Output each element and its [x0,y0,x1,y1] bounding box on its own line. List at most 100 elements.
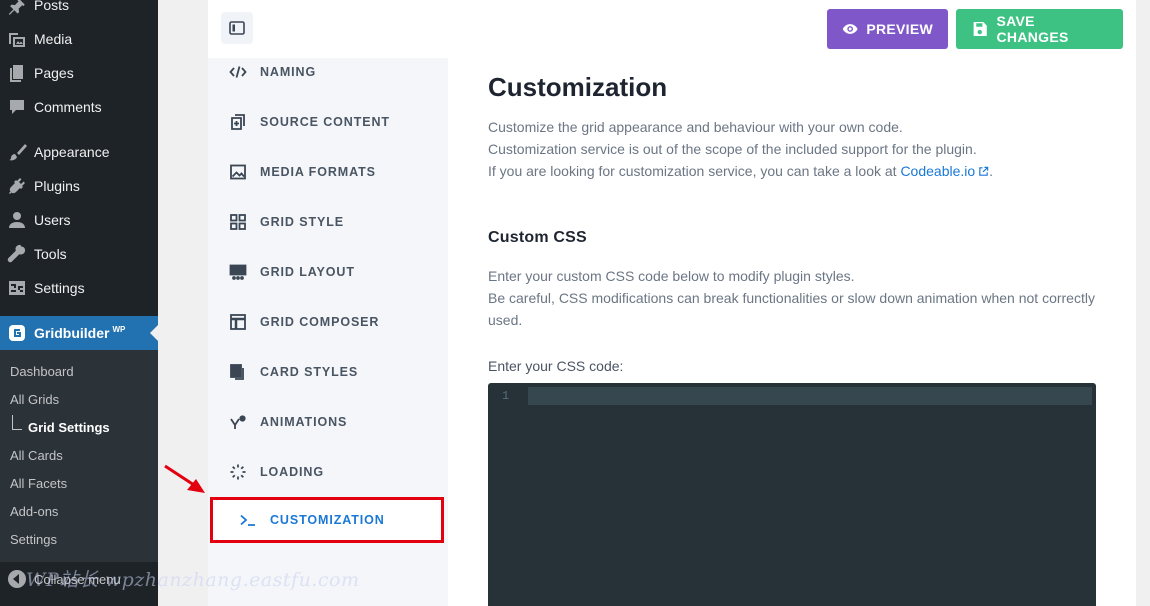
active-line-highlight [528,387,1092,405]
terminal-icon [240,514,255,526]
wp-menu-settings[interactable]: Settings [0,271,158,305]
submenu-all-cards[interactable]: All Cards [10,448,63,463]
submenu-grid-settings[interactable]: Grid Settings [28,420,110,435]
composer-layout-icon [230,314,246,330]
nav-item-grid-style-label: GRID STYLE [260,215,345,229]
settings-sliders-icon [9,281,25,295]
annotation-arrow-icon [164,464,205,493]
wp-menu-gridbuilder[interactable]: Gridbuilder WP [0,316,158,350]
codeable-link-label: Codeable.io [900,163,976,179]
gridbuilder-wp-badge: WP [112,324,126,334]
nav-item-animations[interactable]: ANIMATIONS [208,402,448,442]
content-gutter [158,0,208,606]
floppy-disk-icon [973,21,987,37]
wp-menu-pages-label: Pages [34,65,74,81]
wp-menu-users-label: Users [34,212,71,228]
line-number: 1 [502,389,510,403]
grid-settings-panel: PREVIEW SAVE CHANGES NAMING SOURCE CONTE… [208,0,1136,606]
sidebar-toggle-icon [229,21,245,35]
nav-item-loading[interactable]: LOADING [208,452,448,492]
save-changes-button-label: SAVE CHANGES [996,13,1069,45]
nav-item-card-styles-label: CARD STYLES [260,365,359,379]
intro-line-3-suffix: . [989,163,994,179]
spinner-icon [230,464,246,480]
nav-item-card-styles[interactable]: CARD STYLES [208,352,448,392]
settings-toolbar: PREVIEW SAVE CHANGES [208,0,1136,58]
image-icon [230,164,246,180]
wp-menu-settings-label: Settings [34,280,85,296]
custom-css-desc-line-1: Enter your custom CSS code below to modi… [488,268,855,284]
wp-menu-media[interactable]: Media [0,22,158,56]
intro-line-3-text: If you are looking for customization ser… [488,163,901,179]
nav-item-source-content[interactable]: SOURCE CONTENT [208,102,448,142]
custom-css-desc-line-2: Be careful, CSS modifications can break … [488,290,1095,328]
submenu-add-ons[interactable]: Add-ons [10,504,58,519]
submenu-settings[interactable]: Settings [10,532,57,547]
intro-line-2: Customization service is out of the scop… [488,141,977,157]
codeable-link[interactable]: Codeable.io [900,163,989,179]
wp-menu-media-label: Media [34,31,73,47]
settings-nav: NAMING SOURCE CONTENT MEDIA FORMATS GRID… [208,58,448,606]
grid-icon [230,214,246,230]
page-title: Customization [488,72,668,102]
media-icon [9,33,25,47]
sidebar-toggle-button[interactable] [221,12,253,44]
nav-item-naming-label: NAMING [260,65,317,79]
custom-css-heading: Custom CSS [488,229,587,246]
nav-item-grid-layout[interactable]: GRID LAYOUT [208,252,448,292]
wp-menu-tools[interactable]: Tools [0,237,158,271]
submenu-dashboard[interactable]: Dashboard [10,364,74,379]
wp-menu-comments-label: Comments [34,99,102,115]
nav-item-grid-layout-label: GRID LAYOUT [260,265,355,279]
collapse-menu-button[interactable]: Collapse menu [0,562,158,596]
save-changes-button[interactable]: SAVE CHANGES [956,9,1123,49]
nav-item-source-content-label: SOURCE CONTENT [260,115,390,129]
wp-menu-comments[interactable]: Comments [0,90,158,124]
animation-icon [230,415,246,429]
plugin-icon [9,178,25,194]
nav-item-loading-label: LOADING [260,465,324,479]
intro-line-1: Customize the grid appearance and behavi… [488,119,903,135]
active-menu-notch [150,325,158,341]
comment-icon [10,100,24,114]
eye-icon [842,24,858,34]
user-icon [9,212,25,228]
code-tag-icon [229,66,247,78]
submenu-all-grids[interactable]: All Grids [10,392,59,407]
nav-item-animations-label: ANIMATIONS [260,415,348,429]
wp-menu-posts[interactable]: Posts [0,0,158,22]
paintbrush-icon [9,144,27,161]
nav-item-grid-style[interactable]: GRID STYLE [208,202,448,242]
wp-menu-plugins[interactable]: Plugins [0,169,158,203]
preview-button-label: PREVIEW [866,21,933,37]
submenu-tree-connector [12,415,22,430]
external-link-icon [979,166,989,176]
wp-menu-users[interactable]: Users [0,203,158,237]
wp-menu-gridbuilder-label: Gridbuilder [34,325,110,341]
customization-content: Customization Customize the grid appeara… [448,58,1136,606]
nav-item-customization[interactable]: CUSTOMIZATION [210,497,444,543]
css-code-editor[interactable]: 1 [488,383,1096,606]
intro-line-3: If you are looking for customization ser… [488,160,1108,182]
nav-item-grid-composer[interactable]: GRID COMPOSER [208,302,448,342]
wp-menu-plugins-label: Plugins [34,178,80,194]
pages-icon [10,65,23,82]
collapse-arrow-icon [8,570,26,588]
cards-stack-icon [230,364,244,380]
gridbuilder-logo-icon [9,325,25,341]
css-code-label: Enter your CSS code: [488,358,624,374]
nav-item-grid-composer-label: GRID COMPOSER [260,315,380,329]
pin-icon [8,0,25,15]
intro-text: Customize the grid appearance and behavi… [488,116,1108,182]
nav-item-naming[interactable]: NAMING [208,52,448,92]
wp-menu-pages[interactable]: Pages [0,56,158,90]
preview-button[interactable]: PREVIEW [827,9,948,49]
nav-item-media-formats-label: MEDIA FORMATS [260,165,376,179]
nav-item-media-formats[interactable]: MEDIA FORMATS [208,152,448,192]
submenu-all-facets[interactable]: All Facets [10,476,67,491]
collapse-menu-label: Collapse menu [34,571,121,587]
layout-monitor-icon [229,264,247,280]
wp-menu-appearance[interactable]: Appearance [0,135,158,169]
custom-css-description: Enter your custom CSS code below to modi… [488,265,1106,331]
add-file-icon [231,114,245,130]
